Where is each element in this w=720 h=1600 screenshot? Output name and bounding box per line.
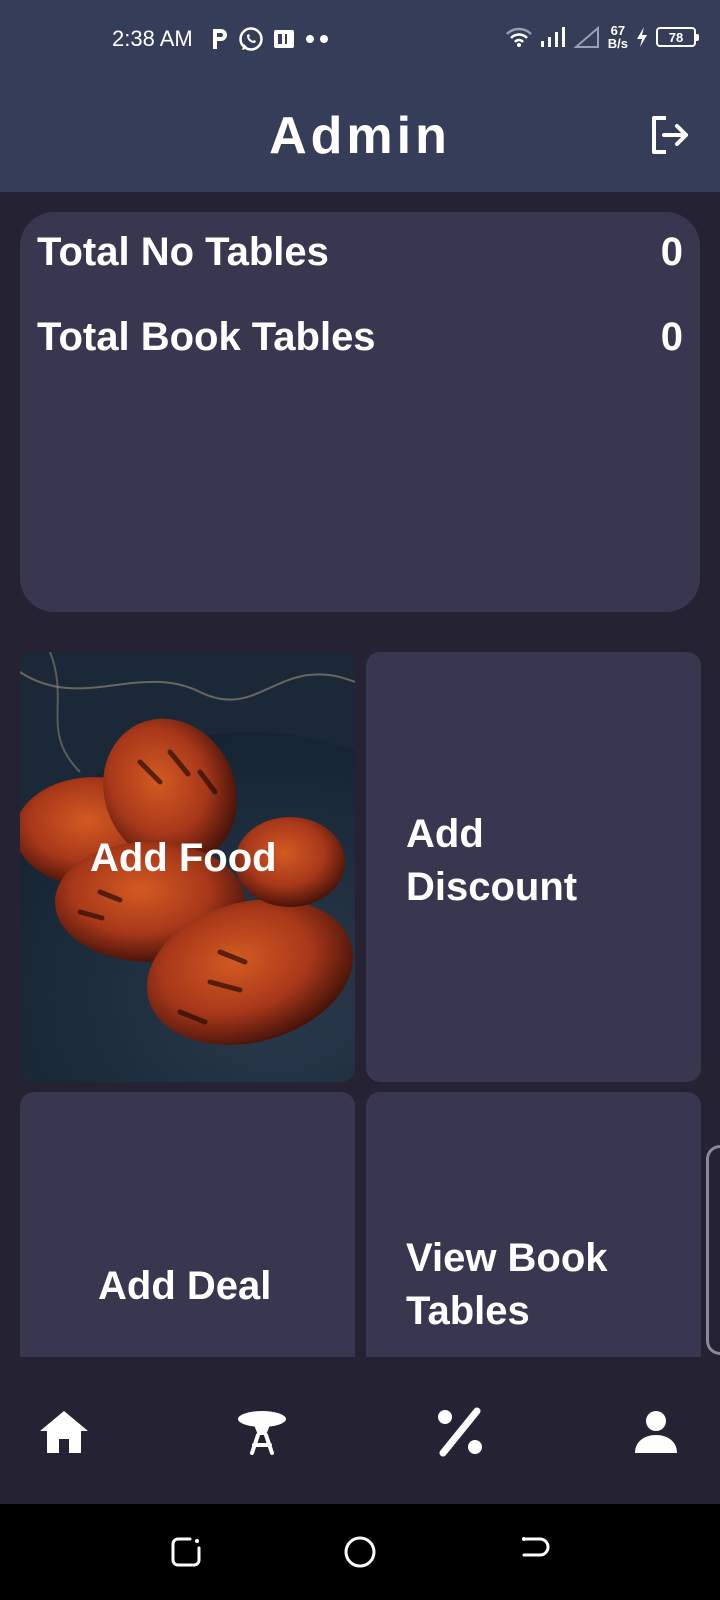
view-book-line2: Tables xyxy=(406,1289,530,1333)
parking-icon xyxy=(213,29,227,49)
nav-profile[interactable] xyxy=(628,1407,684,1457)
recents-icon[interactable] xyxy=(168,1534,204,1570)
booked-tables-label: Total Book Tables xyxy=(37,315,376,359)
home-icon xyxy=(40,1411,88,1453)
net-speed: 67 B/s xyxy=(608,24,628,50)
nav-tables[interactable] xyxy=(234,1407,290,1457)
logout-icon[interactable] xyxy=(648,114,690,156)
nav-home[interactable] xyxy=(36,1407,92,1457)
home-circle-icon[interactable] xyxy=(342,1534,378,1570)
view-book-line1: View Book xyxy=(406,1236,608,1280)
signal-empty-icon xyxy=(573,26,599,48)
add-deal-tile[interactable]: Add Deal xyxy=(20,1092,355,1357)
booked-tables-value: 0 xyxy=(660,315,683,359)
battery-level: 78 xyxy=(668,29,684,45)
add-discount-tile[interactable]: Add Discount xyxy=(366,652,701,1082)
page-title: Admin xyxy=(269,107,451,165)
notification-icons xyxy=(210,26,330,52)
whatsapp-icon xyxy=(239,27,263,51)
add-discount-line1: Add xyxy=(406,812,484,856)
add-discount-line2: Discount xyxy=(406,865,578,909)
wifi-icon xyxy=(505,27,532,47)
system-nav xyxy=(0,1504,720,1600)
status-time: 2:38 AM xyxy=(112,26,193,51)
add-food-tile[interactable]: Add Food xyxy=(20,652,355,1082)
add-discount-label: Add Discount xyxy=(406,808,577,914)
view-book-tables-label: View Book Tables xyxy=(406,1232,608,1338)
add-deal-label: Add Deal xyxy=(98,1264,272,1308)
status-bar: 2:38 AM 67 B/s 78 xyxy=(0,0,720,80)
view-book-tables-tile[interactable]: View Book Tables xyxy=(366,1092,701,1357)
person-icon xyxy=(635,1411,677,1453)
app-header: Admin xyxy=(0,80,720,192)
booked-tables-row: Total Book Tables 0 xyxy=(37,315,683,360)
nav-discounts[interactable] xyxy=(432,1407,488,1457)
signal-icon xyxy=(540,27,565,47)
table-icon xyxy=(238,1411,286,1455)
bottom-nav xyxy=(0,1357,720,1504)
battery-icon: 78 xyxy=(656,27,699,47)
percent-icon xyxy=(438,1407,482,1457)
total-tables-value: 0 xyxy=(660,230,683,274)
charging-icon xyxy=(637,27,647,47)
total-tables-label: Total No Tables xyxy=(37,230,329,274)
system-status-icons: 67 B/s 78 xyxy=(505,24,699,50)
scroll-edge-indicator[interactable] xyxy=(706,1145,720,1355)
back-icon[interactable] xyxy=(516,1534,552,1570)
net-speed-unit: B/s xyxy=(607,36,628,51)
app-icon xyxy=(274,30,294,48)
more-dots-icon xyxy=(306,35,328,43)
add-food-label: Add Food xyxy=(90,836,277,880)
stats-card: Total No Tables 0 Total Book Tables 0 xyxy=(20,212,700,612)
total-tables-row: Total No Tables 0 xyxy=(37,230,683,275)
